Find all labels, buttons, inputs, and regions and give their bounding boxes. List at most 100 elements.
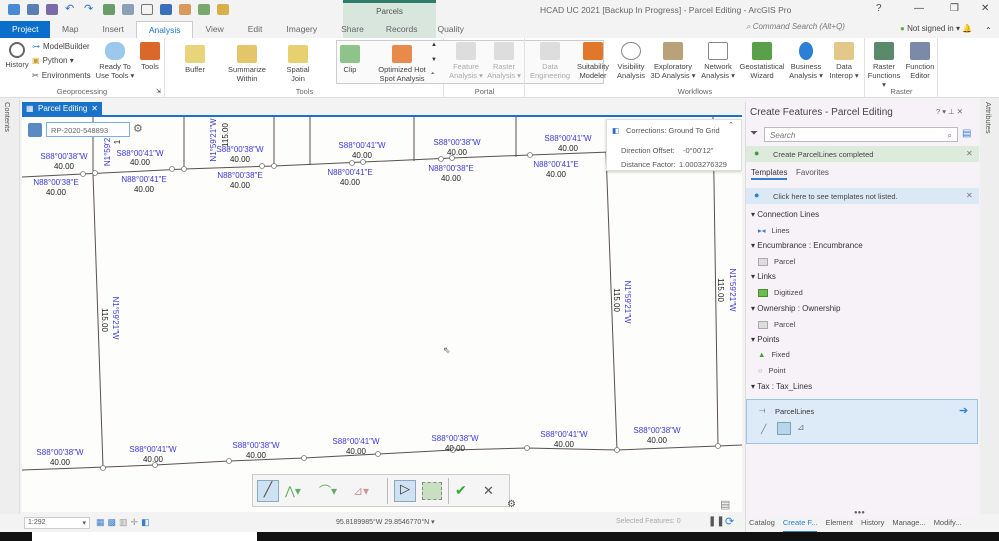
restore-button[interactable]: ❐	[950, 3, 959, 14]
tab-history[interactable]: History	[861, 518, 884, 532]
snapping-icon[interactable]: ▦	[96, 517, 105, 528]
sign-in-button[interactable]: ● Not signed in ▾ 🔔	[900, 24, 972, 33]
template-group-points[interactable]: ▾ Points	[751, 335, 779, 344]
function-editor-button[interactable]: Function Editor	[902, 40, 938, 80]
tab-project[interactable]: Project	[0, 21, 50, 38]
tab-insert[interactable]: Insert	[91, 21, 136, 38]
contents-pane-tab[interactable]: Contents	[3, 102, 12, 132]
line-tool-icon[interactable]: ╱	[761, 424, 766, 435]
book-icon[interactable]	[160, 4, 172, 15]
template-group-encumbrance[interactable]: ▾ Encumbrance : Encumbrance	[751, 241, 863, 250]
arrow-right-icon[interactable]: ➔	[959, 404, 968, 417]
tab-imagery[interactable]: Imagery	[274, 21, 329, 38]
template-group-ownership[interactable]: ▾ Ownership : Ownership	[751, 304, 840, 313]
pause-icon[interactable]: ❚❚	[708, 516, 725, 527]
exploratory-3d-button[interactable]: Exploratory 3D Analysis ▾	[650, 40, 696, 80]
tab-records[interactable]: Records	[376, 21, 428, 38]
network-analysis-button[interactable]: Network Analysis ▾	[698, 40, 738, 80]
tab-manage[interactable]: Manage...	[892, 518, 925, 532]
selected-template-parcellines[interactable]: ⟞ ParcelLines ➔ ╱ ⊿	[746, 399, 978, 444]
tab-templates[interactable]: Templates	[751, 168, 788, 180]
new-map-icon[interactable]	[103, 4, 115, 15]
crosshair-icon[interactable]: ✛	[131, 517, 139, 528]
parcel-point[interactable]	[614, 447, 620, 453]
tab-quality[interactable]: Quality	[427, 21, 473, 38]
share-icon[interactable]	[217, 4, 229, 15]
open-project-icon[interactable]	[27, 4, 39, 15]
parcel-point[interactable]	[259, 163, 265, 169]
clipboard-icon[interactable]: ▤	[720, 498, 730, 511]
template-group-connection-lines[interactable]: ▾ Connection Lines	[751, 210, 819, 219]
clip-button[interactable]: Clip	[332, 43, 368, 74]
data-engineering-button[interactable]: Data Engineering	[530, 40, 570, 80]
tab-analysis[interactable]: Analysis	[135, 21, 194, 38]
gallery-scroll-down[interactable]: ▼	[431, 57, 437, 63]
tab-share[interactable]: Share	[329, 21, 376, 38]
gallery-scroll-up[interactable]: ▲	[431, 42, 437, 48]
record-settings-icon[interactable]: ⚙	[133, 122, 143, 135]
coordinates-readout[interactable]: 95.8189985°W 29.8546770°N ▾	[336, 518, 435, 526]
undo-icon[interactable]: ↶	[65, 4, 77, 15]
template-fixed[interactable]: ▲ Fixed	[758, 350, 790, 359]
more-icon[interactable]: ●●●	[854, 510, 865, 516]
raster-analysis-button[interactable]: Raster Analysis ▾	[486, 40, 522, 80]
map-tab-parcel-editing[interactable]: ▦ Parcel Editing ✕	[22, 102, 102, 116]
map-view[interactable]: S88°00'38"W 40.00 S88°00'41"W 40.00 S88°00…	[22, 117, 742, 512]
visibility-analysis-button[interactable]: Visibility Analysis	[614, 40, 648, 80]
parcel-point[interactable]	[100, 465, 106, 471]
filter-icon[interactable]: ⏷	[750, 128, 758, 139]
dialog-launcher-icon[interactable]: ⇲	[156, 88, 161, 95]
buffer-button[interactable]: Buffer	[176, 43, 214, 74]
environments-button[interactable]: ✂ Environments	[32, 71, 91, 80]
template-point[interactable]: ○ Point	[758, 366, 786, 375]
cancel-icon[interactable]: ✕	[483, 483, 505, 499]
template-search-input[interactable]: Search ⌕	[764, 127, 958, 142]
modelbuilder-button[interactable]: ⊶ ModelBuilder	[32, 42, 90, 51]
finish-icon[interactable]: ✔	[455, 482, 477, 499]
parcel-point[interactable]	[92, 170, 98, 176]
tools-button[interactable]: Tools	[137, 40, 163, 71]
business-analysis-button[interactable]: Business Analysis ▾	[786, 40, 826, 80]
close-button[interactable]: ✕	[981, 3, 989, 14]
tab-create-features[interactable]: Create F...	[782, 518, 818, 532]
template-encumbrance-parcel[interactable]: Parcel	[758, 257, 795, 266]
parcel-point[interactable]	[271, 163, 277, 169]
minimize-button[interactable]: —	[914, 3, 924, 14]
command-search-input[interactable]: ⌕ Command Search (Alt+Q)	[746, 22, 896, 37]
geostatistical-wizard-button[interactable]: Geostatistical Wizard	[738, 40, 786, 80]
tab-map[interactable]: Map	[50, 21, 91, 38]
edit-icon[interactable]	[179, 4, 191, 15]
new-layout-icon[interactable]	[122, 4, 134, 15]
save-icon[interactable]	[46, 4, 58, 15]
correction-icon[interactable]: ◧	[141, 517, 150, 528]
scale-selector[interactable]: 1:292 ▾	[24, 517, 90, 529]
python-button[interactable]: ▣ Python ▾	[32, 56, 74, 65]
template-lines[interactable]: ▸◂ Lines	[758, 226, 789, 235]
history-button[interactable]: History	[2, 40, 32, 69]
segment-tool-icon[interactable]	[777, 422, 791, 435]
parcel-point[interactable]	[349, 160, 355, 166]
feature-analysis-button[interactable]: Feature Analysis ▾	[448, 40, 484, 80]
collapse-ribbon-icon[interactable]: ⌃	[985, 26, 992, 35]
refresh-icon[interactable]: ⟳	[725, 515, 734, 528]
map-tab-close[interactable]: ✕	[91, 102, 98, 116]
select-area-icon[interactable]	[422, 481, 442, 500]
midpoint-tool-icon[interactable]: ⋀▾	[285, 484, 313, 498]
parcel-point[interactable]	[715, 443, 721, 449]
toolbar-settings-icon[interactable]: ⚙	[507, 499, 516, 510]
parcel-point[interactable]	[527, 152, 533, 158]
parcel-point[interactable]	[524, 445, 530, 451]
manage-templates-icon[interactable]: ▤	[962, 128, 971, 139]
gallery-expand[interactable]: ⩡	[431, 71, 434, 78]
template-group-tax-lines[interactable]: ▾ Tax : Tax_Lines	[751, 382, 812, 391]
parcel-point[interactable]	[181, 166, 187, 172]
suitability-modeler-button[interactable]: Suitability Modeler	[574, 40, 612, 80]
tab-view[interactable]: View	[193, 21, 235, 38]
parcel-point[interactable]	[169, 166, 175, 172]
spatial-join-button[interactable]: Spatial Join	[280, 43, 316, 83]
parcel-point[interactable]	[375, 451, 381, 457]
raster-functions-button[interactable]: Raster Functions ▾	[866, 40, 902, 89]
collapse-popup-icon[interactable]: ⌃	[728, 121, 734, 129]
active-record-field[interactable]: RP-2020-548893	[46, 122, 130, 137]
selected-features-count[interactable]: Selected Features: 0	[616, 518, 681, 525]
